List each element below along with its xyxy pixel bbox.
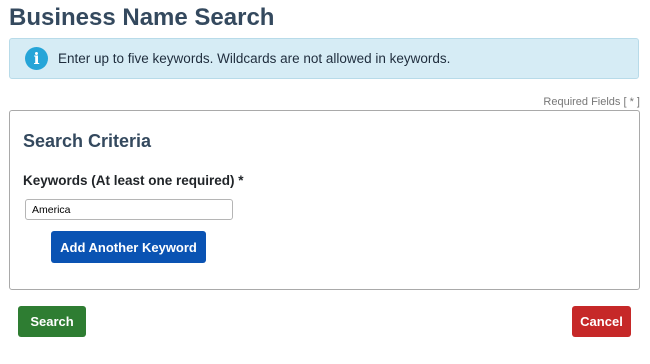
keywords-label: Keywords (At least one required) * bbox=[23, 173, 244, 188]
cancel-button[interactable]: Cancel bbox=[572, 306, 631, 337]
page-title: Business Name Search bbox=[9, 4, 275, 31]
keyword-input[interactable] bbox=[25, 199, 233, 220]
required-fields-note: Required Fields [ * ] bbox=[543, 96, 640, 108]
search-criteria-panel: Search Criteria Keywords (At least one r… bbox=[9, 110, 640, 290]
info-alert: i Enter up to five keywords. Wildcards a… bbox=[9, 38, 639, 79]
info-message: Enter up to five keywords. Wildcards are… bbox=[58, 51, 451, 66]
search-criteria-title: Search Criteria bbox=[23, 131, 152, 151]
add-another-keyword-button[interactable]: Add Another Keyword bbox=[51, 231, 206, 263]
search-button[interactable]: Search bbox=[18, 306, 86, 337]
info-icon: i bbox=[25, 47, 48, 70]
